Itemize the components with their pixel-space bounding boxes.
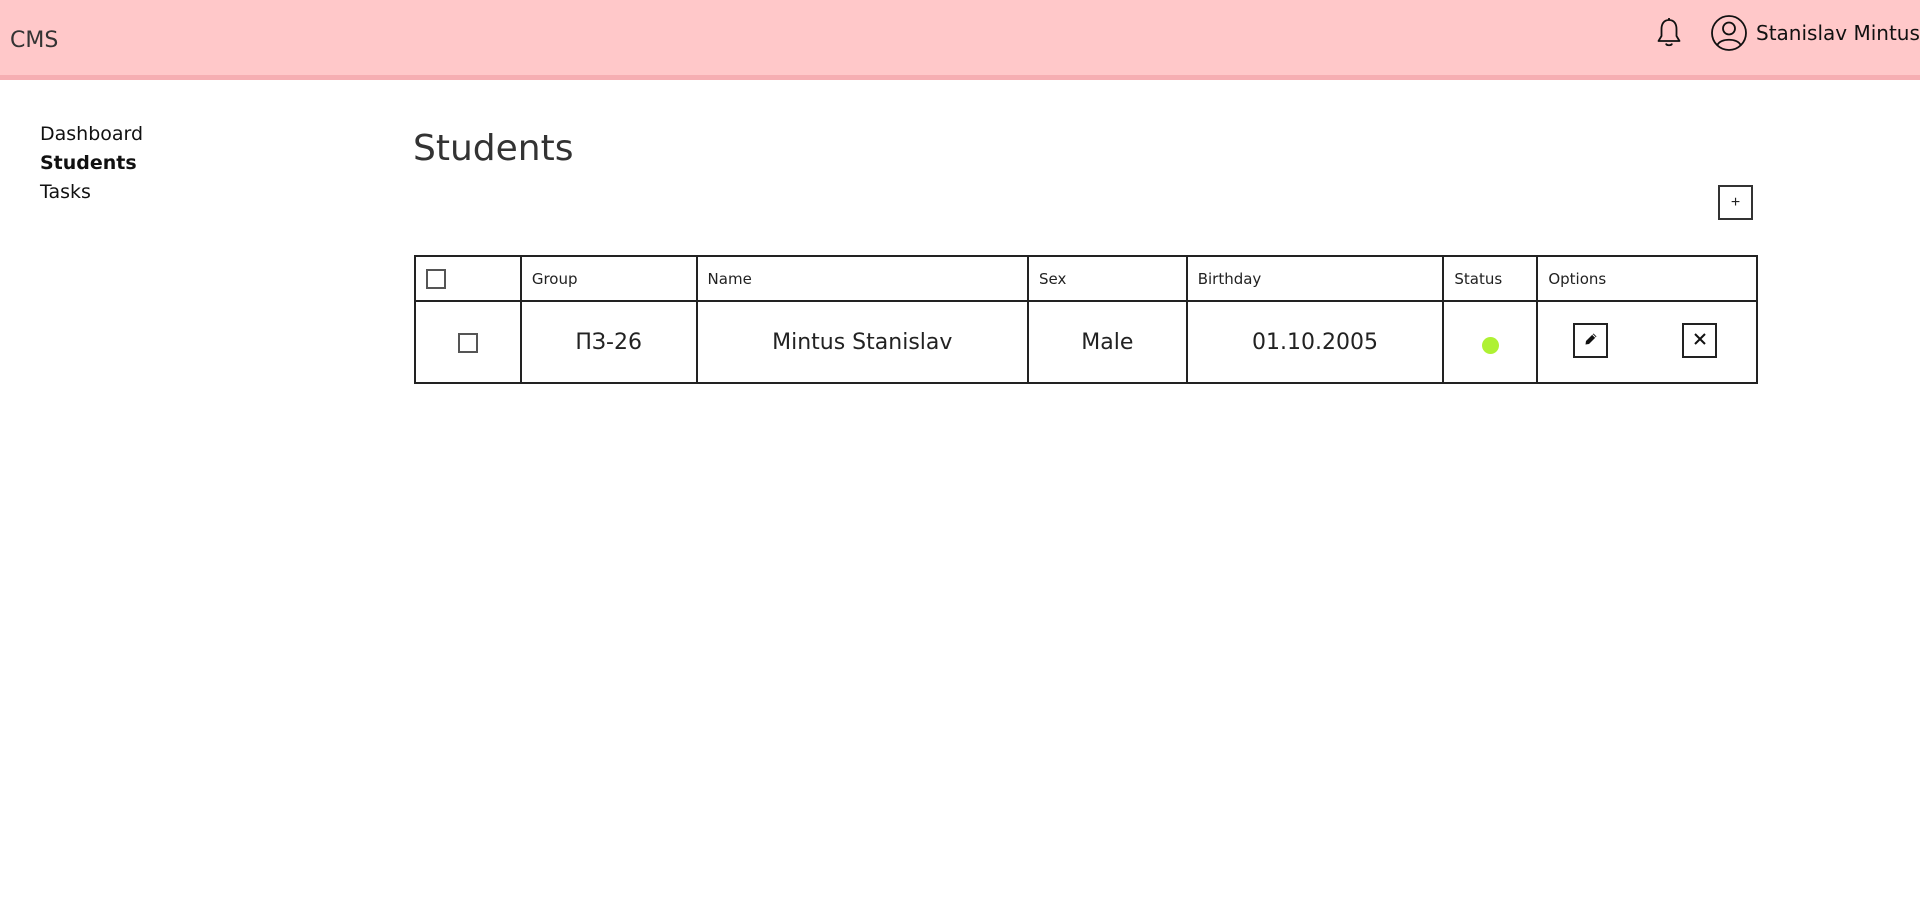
students-table: Group Name Sex Birthday Status Options П… [414, 255, 1758, 384]
sidebar-item-dashboard[interactable]: Dashboard [40, 120, 340, 149]
column-header-status: Status [1442, 255, 1539, 302]
cell-options [1536, 300, 1758, 384]
column-header-sex: Sex [1026, 255, 1188, 302]
cell-name: Mintus Stanislav [695, 300, 1029, 384]
bell-icon[interactable] [1655, 17, 1683, 49]
top-header: CMS Stanislav Mintus [0, 0, 1920, 80]
table-row: ПЗ-26 Mintus Stanislav Male 01.10.2005 [414, 300, 1758, 384]
pencil-icon [1583, 331, 1599, 350]
column-header-name: Name [695, 255, 1029, 302]
close-icon [1692, 331, 1708, 350]
edit-button[interactable] [1573, 323, 1609, 358]
brand-logo[interactable]: CMS [10, 28, 58, 53]
user-name[interactable]: Stanislav Mintus [1756, 21, 1920, 45]
cell-group: ПЗ-26 [519, 300, 698, 384]
user-circle-icon[interactable] [1710, 14, 1748, 52]
cell-birthday: 01.10.2005 [1185, 300, 1445, 384]
select-all-checkbox[interactable] [426, 268, 446, 289]
sidebar-item-students[interactable]: Students [40, 149, 340, 178]
row-checkbox[interactable] [457, 332, 478, 353]
row-select-cell [414, 300, 522, 384]
user-menu[interactable]: Stanislav Mintus [1710, 13, 1920, 53]
column-header-options: Options [1536, 255, 1758, 302]
sidebar-nav: Dashboard Students Tasks [40, 120, 340, 207]
column-header-group: Group [519, 255, 698, 302]
cell-sex: Male [1026, 300, 1188, 384]
sidebar-item-tasks[interactable]: Tasks [40, 178, 340, 207]
add-student-button[interactable]: + [1718, 185, 1753, 220]
delete-button[interactable] [1682, 323, 1718, 358]
status-indicator [1481, 337, 1499, 354]
cell-status [1442, 300, 1539, 384]
table-header-row: Group Name Sex Birthday Status Options [414, 255, 1758, 302]
page-title: Students [413, 128, 574, 169]
column-header-select [414, 255, 522, 302]
column-header-birthday: Birthday [1185, 255, 1445, 302]
